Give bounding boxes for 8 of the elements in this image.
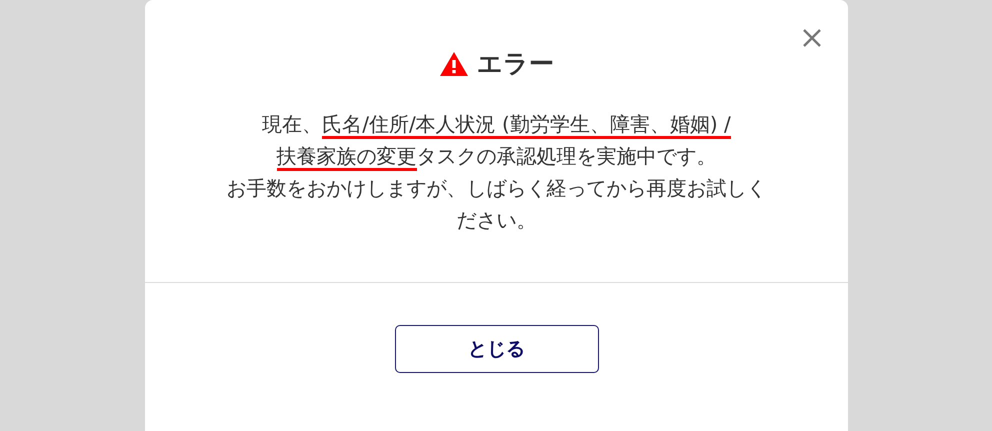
close-icon[interactable] xyxy=(802,28,822,48)
message-text: お手数をおかけしますが、しばらく経ってから再度お試しく xyxy=(226,175,768,202)
warning-icon xyxy=(439,51,469,77)
message-text: 扶養家族の変更タスクの承認処理を実施中です。 xyxy=(145,140,848,172)
close-button[interactable]: とじる xyxy=(394,325,598,373)
dialog-title: エラー xyxy=(477,48,554,80)
message-text: 現在、氏名/住所/本人状況 (勤労学生、障害、婚姻) / xyxy=(145,108,848,140)
message-text: ださい。 xyxy=(456,207,538,234)
